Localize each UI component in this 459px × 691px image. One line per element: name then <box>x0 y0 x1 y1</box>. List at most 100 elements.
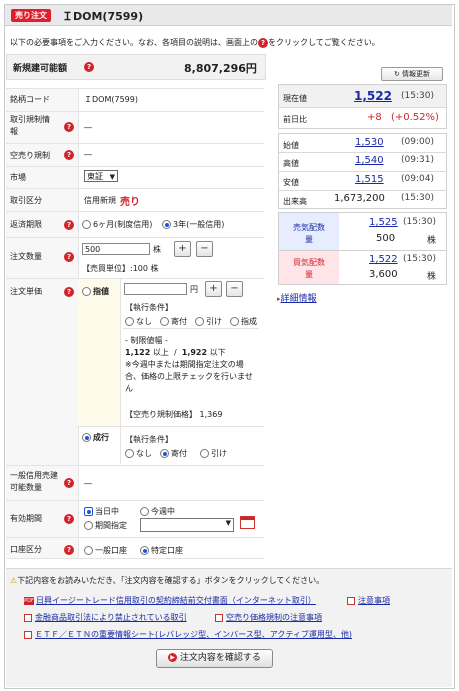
validity-today-radio[interactable]: 当日中 <box>84 506 119 517</box>
bid-box: 買気配数量 1,522 (15:30) 3,600 株 <box>278 250 447 285</box>
footer-notice: ⚠下記内容をお読みいただき、「注文内容を確認する」ボタンをクリックしてください。 <box>10 576 325 585</box>
mcond-close-radio[interactable]: 引け <box>200 448 227 459</box>
help-icon[interactable]: ? <box>64 150 74 160</box>
calendar-icon[interactable] <box>240 516 255 529</box>
cond-none-radio[interactable]: なし <box>125 316 152 327</box>
low-price[interactable]: 1,515 <box>355 174 384 185</box>
market-label: 市場 <box>10 173 26 182</box>
price-label: 注文単価 <box>10 287 42 296</box>
cond-close-radio[interactable]: 引け <box>195 316 222 327</box>
help-icon: ? <box>258 37 268 48</box>
repay-term-label: 返済期限 <box>10 220 42 229</box>
validity-period-radio[interactable]: 期間指定 <box>84 520 127 531</box>
range-note: ※今週中または期間指定注文の場合、価格の上限チェックを行いません <box>125 360 253 393</box>
ask-box: 売気配数量 1,525 (15:30) 500 株 <box>278 212 447 251</box>
quantity-input[interactable]: 500 <box>82 243 150 255</box>
ask-qty: 500 <box>376 233 396 244</box>
quantity-label: 注文数量 <box>10 252 42 261</box>
trade-type-label: 取引区分 <box>10 196 42 205</box>
ask-label: 売気配数量 <box>293 223 325 244</box>
document-icon <box>347 596 355 605</box>
general-margin-label: 一般信用売建可能数量 <box>10 471 58 492</box>
bid-label: 買気配数量 <box>293 258 325 279</box>
volume-value: 1,673,200 <box>334 193 385 204</box>
limit-radio[interactable]: 指値 <box>82 286 109 297</box>
link-notes[interactable]: 注意事項 <box>347 595 390 606</box>
validity-label: 有効期間 <box>10 514 42 523</box>
change-pct: (+0.52%) <box>391 112 439 123</box>
trade-type-prefix: 信用新規 <box>84 196 116 205</box>
quote-current-box: 現在値 1,522 (15:30) 前日比 +8 (+0.52%) <box>278 84 447 129</box>
play-icon: ▶ <box>168 653 178 662</box>
repay-3y-radio[interactable]: 3年(一般信用) <box>162 219 224 230</box>
account-general-radio[interactable]: 一般口座 <box>84 545 127 556</box>
pdf-icon: PDF <box>24 596 34 605</box>
sale-unit: 【売買単位】:100 株 <box>82 264 159 273</box>
help-icon[interactable]: ? <box>64 478 74 488</box>
help-icon[interactable]: ? <box>64 122 74 132</box>
margin-regulation-value: ― <box>84 123 92 132</box>
detail-link[interactable]: ▸詳細情報 <box>277 291 317 304</box>
trade-type-value: 売り <box>120 197 140 208</box>
market-order-radio[interactable]: 成行 <box>82 432 109 443</box>
quantity-unit: 株 <box>153 245 161 254</box>
mcond-open-radio[interactable]: 寄付 <box>160 448 187 459</box>
help-icon[interactable]: ? <box>64 514 74 524</box>
link-short-price-notes[interactable]: 空売り価格規制の注意事項 <box>215 612 322 623</box>
high-price[interactable]: 1,540 <box>355 155 384 166</box>
document-icon <box>24 613 32 622</box>
quote-ohlc-box: 始値 1,530 (09:00) 高値 1,540 (09:31) 安値 1,5… <box>278 133 447 209</box>
chevron-down-icon: ▼ <box>225 519 231 527</box>
short-regulation-value: ― <box>84 150 92 159</box>
price-input[interactable] <box>124 283 187 295</box>
repay-6m-radio[interactable]: 6ヶ月(制度信用) <box>82 219 152 230</box>
help-icon[interactable]: ? <box>64 252 74 262</box>
code-label: 銘柄コード <box>10 95 50 104</box>
refresh-icon: ↻ <box>393 70 400 78</box>
open-price[interactable]: 1,530 <box>355 137 384 148</box>
range-title: - 制限値幅 - <box>125 336 168 345</box>
help-icon[interactable]: ? <box>84 62 94 72</box>
ask-price[interactable]: 1,525 <box>369 217 398 228</box>
buying-power-label: 新規建可能額 <box>13 64 68 74</box>
bid-qty: 3,600 <box>369 269 398 280</box>
mcond-none-radio[interactable]: なし <box>125 448 152 459</box>
confirm-order-button[interactable]: ▶ 注文内容を確認する <box>156 649 273 668</box>
buying-power-value: 8,807,296円 <box>184 62 257 75</box>
market-exec-condition-label: 【執行条件】 <box>125 435 173 444</box>
intro-text: 以下の必要事項をご入力ください。なお、各項目の説明は、画面上の? をクリックしてご… <box>10 37 380 48</box>
margin-regulation-label: 取引規制情報 <box>10 115 50 136</box>
cond-open-radio[interactable]: 寄付 <box>160 316 187 327</box>
bid-price[interactable]: 1,522 <box>369 254 398 265</box>
price-range: 1,122 以上 / 1,922 以下 <box>125 348 226 357</box>
help-icon[interactable]: ? <box>64 287 74 297</box>
change-value: +8 <box>367 112 382 123</box>
code-value: ＩDOM(7599) <box>84 95 138 104</box>
date-select[interactable]: ▼ <box>140 518 234 532</box>
help-icon[interactable]: ? <box>64 220 74 230</box>
price-plus-button[interactable]: + <box>205 281 222 297</box>
account-label: 口座区分 <box>10 545 42 554</box>
help-icon[interactable]: ? <box>64 545 74 555</box>
validity-week-radio[interactable]: 今週中 <box>140 506 175 517</box>
title-bar: 売り注文 ＩDOM(7599) <box>5 5 452 26</box>
refresh-button[interactable]: ↻ 情報更新 <box>381 67 443 81</box>
link-etf-sheet[interactable]: ＥＴＦ／ＥＴＮの重要情報シート(レバレッジ型、インバース型、アクティブ運用型、他… <box>24 629 352 640</box>
cond-funari-radio[interactable]: 指成 <box>230 316 257 327</box>
short-price: 【空売り規制価格】 1,369 <box>125 410 223 419</box>
general-margin-value: ― <box>84 479 92 488</box>
short-regulation-label: 空売り規制 <box>10 151 50 160</box>
price-minus-button[interactable]: − <box>226 281 243 297</box>
account-specific-radio[interactable]: 特定口座 <box>140 545 183 556</box>
current-price[interactable]: 1,522 <box>354 89 392 103</box>
sell-order-badge: 売り注文 <box>11 9 51 22</box>
quantity-plus-button[interactable]: + <box>174 241 191 257</box>
document-icon <box>24 630 32 639</box>
chevron-down-icon: ▼ <box>109 173 115 181</box>
document-icon <box>215 613 223 622</box>
link-contract-doc[interactable]: PDF 日興イージートレード信用取引の契約締結前交付書面（インターネット取引） <box>24 595 316 606</box>
quantity-minus-button[interactable]: − <box>196 241 213 257</box>
page-title: ＩDOM(7599) <box>62 10 144 23</box>
market-select[interactable]: 東証 ▼ <box>84 170 118 182</box>
link-prohibited[interactable]: 金融商品取引法により禁止されている取引 <box>24 612 187 623</box>
